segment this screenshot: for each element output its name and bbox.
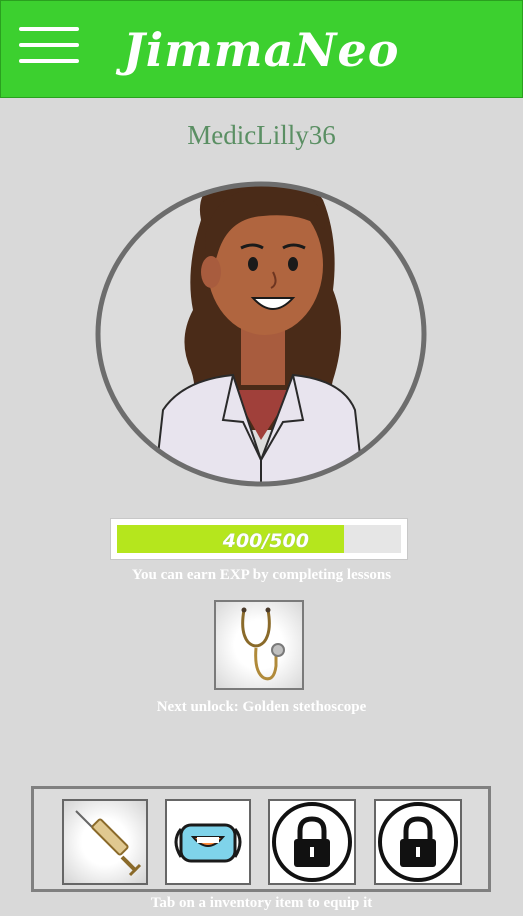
next-unlock-item[interactable] — [214, 600, 304, 690]
inventory-slot-locked-2[interactable] — [374, 799, 462, 885]
exp-label: 400/500 — [222, 530, 309, 552]
padlock-icon — [378, 802, 458, 882]
golden-stethoscope-icon — [241, 607, 285, 681]
username: MedicLilly36 — [187, 120, 336, 150]
doctor-avatar-illustration — [93, 160, 429, 488]
inventory-slot-syringe[interactable] — [62, 799, 148, 885]
inventory-hint: Tab on a inventory item to equip it — [150, 895, 373, 911]
syringe-icon — [75, 810, 142, 877]
exp-progress-bar: 400/500 — [110, 518, 408, 560]
hamburger-menu-icon[interactable] — [19, 27, 79, 67]
inventory-panel — [31, 786, 491, 892]
inventory-slot-face-mask[interactable] — [165, 799, 251, 885]
exp-hint: You can earn EXP by completing lessons — [131, 567, 392, 583]
padlock-icon — [272, 802, 352, 882]
face-mask-icon — [174, 823, 242, 863]
app-header: JimmaNeo — [0, 0, 523, 98]
inventory-slot-locked-1[interactable] — [268, 799, 356, 885]
app-logo: JimmaNeo — [123, 23, 400, 77]
next-unlock-label: Next unlock: Golden stethoscope — [156, 699, 367, 715]
